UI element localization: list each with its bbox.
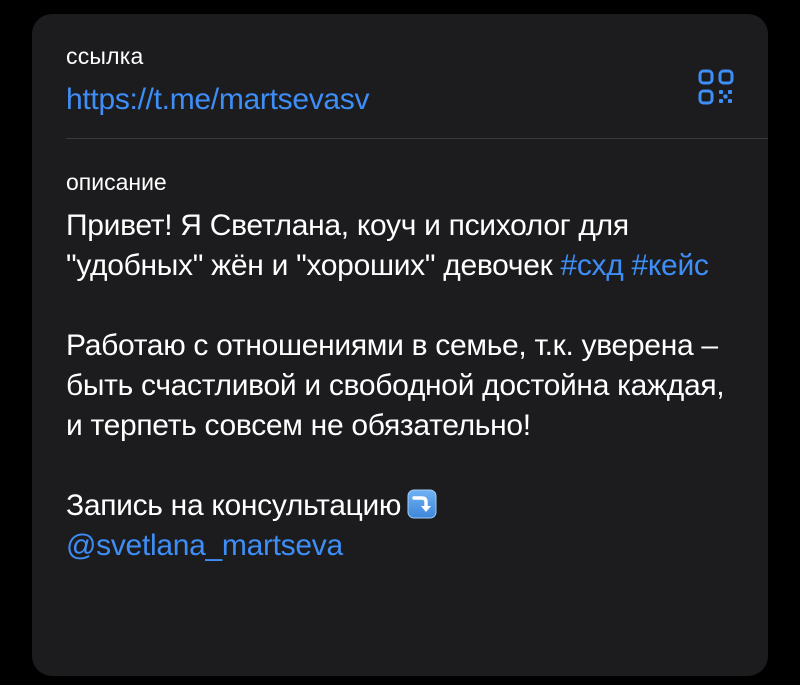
qr-code-icon: [698, 69, 734, 105]
hashtag-link[interactable]: #кейс: [632, 249, 709, 282]
qr-code-button[interactable]: [694, 66, 738, 110]
booking-text: Запись на консультацию: [66, 489, 402, 522]
description-section: описание Привет! Я Светлана, коуч и псих…: [66, 168, 738, 566]
profile-info-card: ссылка https://t.me/martsevasv описание …: [32, 14, 768, 676]
username-mention-link[interactable]: @svetlana_martseva: [66, 529, 343, 562]
link-section: ссылка https://t.me/martsevasv: [66, 42, 738, 118]
right-arrow-curving-down-icon: [407, 489, 437, 519]
intro-text: Привет! Я Светлана, коуч и психолог для …: [66, 209, 629, 282]
description-body: Привет! Я Светлана, коуч и психолог для …: [66, 206, 738, 566]
link-url[interactable]: https://t.me/martsevasv: [66, 82, 738, 118]
description-paragraph-work: Работаю с отношениями в семье, т.к. увер…: [66, 329, 725, 442]
mention-line: @svetlana_martseva: [66, 526, 738, 566]
description-label: описание: [66, 169, 167, 195]
description-paragraph-booking: Запись на консультацию: [66, 486, 738, 526]
description-paragraph-intro: Привет! Я Светлана, коуч и психолог для …: [66, 206, 738, 286]
section-divider: [66, 138, 768, 139]
link-label: ссылка: [66, 43, 144, 69]
hashtag-link[interactable]: #схд: [560, 249, 623, 282]
